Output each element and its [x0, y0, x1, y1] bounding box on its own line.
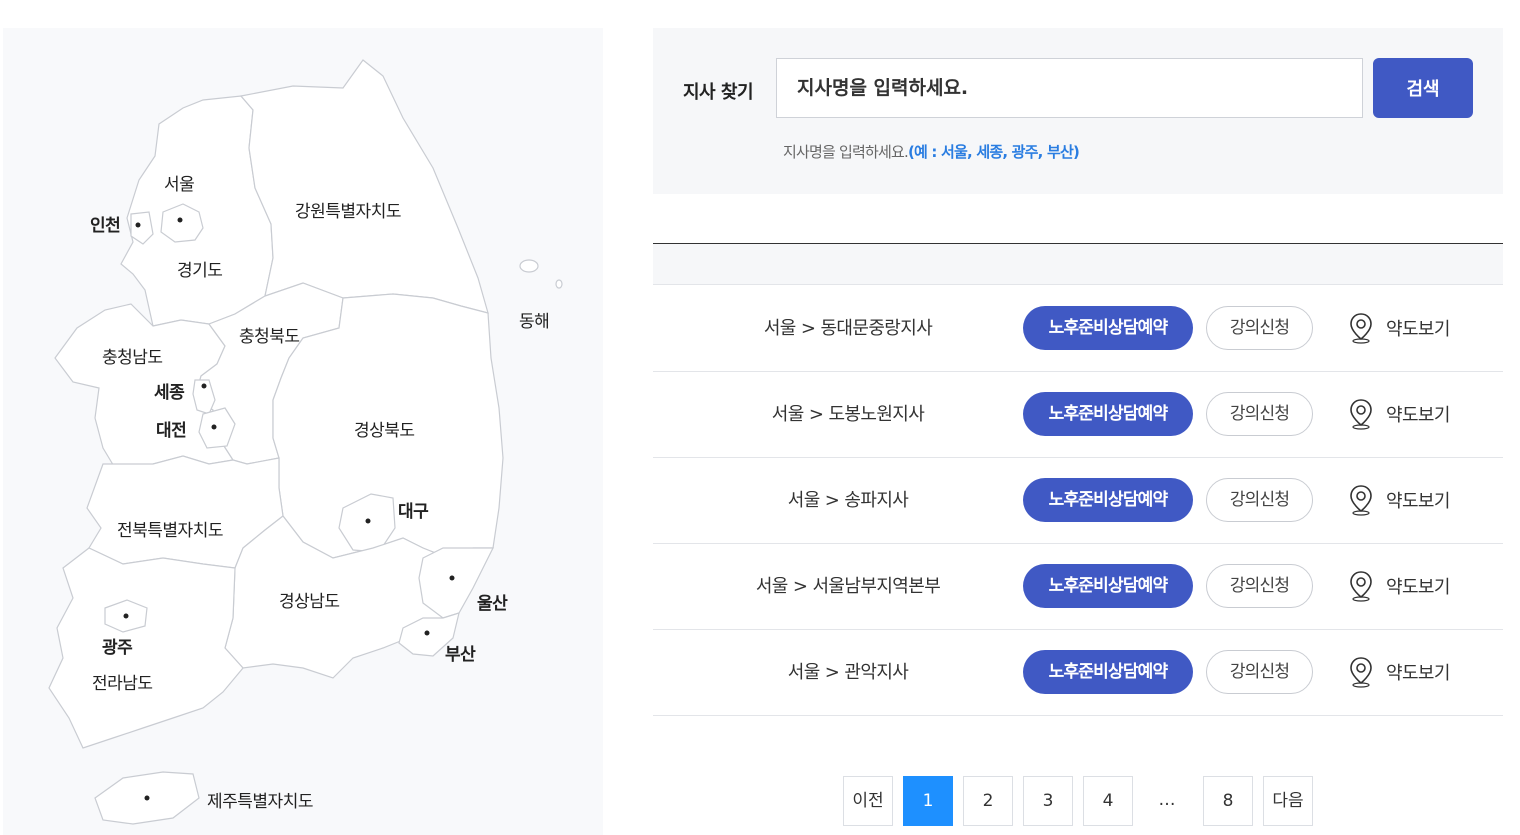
label-jeonnam[interactable]: 전라남도: [92, 669, 153, 694]
label-gyeongbuk[interactable]: 경상북도: [354, 416, 415, 441]
branch-name: 서울 > 송파지사: [787, 490, 909, 511]
search-button[interactable]: 검색: [1373, 58, 1473, 118]
table-header: [653, 244, 1503, 285]
search-hint-text: 지사명을 입력하세요.: [783, 143, 909, 161]
search-label: 지사 찾기: [683, 82, 754, 103]
table-row: 서울 > 도봉노원지사 노후준비상담예약 강의신청 약도보기: [653, 372, 1503, 458]
view-map-link[interactable]: 약도보기: [1348, 564, 1450, 608]
label-daejeon[interactable]: 대전: [156, 416, 187, 441]
region-gangwon[interactable]: [239, 59, 489, 314]
lecture-apply-button[interactable]: 강의신청: [1206, 306, 1313, 350]
lecture-apply-button[interactable]: 강의신청: [1206, 564, 1313, 608]
label-busan[interactable]: 부산: [445, 640, 476, 665]
page-button-last[interactable]: 8: [1203, 776, 1253, 826]
region-jeonnam[interactable]: [48, 547, 244, 749]
lecture-apply-button[interactable]: 강의신청: [1206, 478, 1313, 522]
map-pin-icon: [1350, 485, 1372, 516]
branch-result-list: 서울 > 동대문중랑지사 노후준비상담예약 강의신청 약도보기 서울 > 도봉노…: [653, 286, 1503, 716]
gwangju-dot: [123, 613, 129, 619]
incheon-dot: [135, 222, 141, 228]
view-map-label: 약도보기: [1386, 405, 1450, 426]
label-gwangju[interactable]: 광주: [102, 633, 133, 658]
view-map-link[interactable]: 약도보기: [1348, 392, 1450, 436]
table-row: 서울 > 동대문중랑지사 노후준비상담예약 강의신청 약도보기: [653, 286, 1503, 372]
seoul-dot: [177, 217, 183, 223]
region-dokdo: [555, 279, 563, 289]
jeju-dot: [144, 795, 150, 801]
consult-reservation-button[interactable]: 노후준비상담예약: [1023, 478, 1193, 522]
daejeon-dot: [211, 424, 217, 430]
view-map-label: 약도보기: [1386, 577, 1450, 598]
branch-name: 서울 > 서울남부지역본부: [755, 576, 941, 597]
map-pin-icon: [1350, 571, 1372, 602]
label-daegu[interactable]: 대구: [398, 497, 429, 522]
busan-dot: [424, 630, 430, 636]
view-map-link[interactable]: 약도보기: [1348, 306, 1450, 350]
label-seoul[interactable]: 서울: [164, 170, 195, 195]
branch-name: 서울 > 도봉노원지사: [771, 404, 925, 425]
ulsan-dot: [449, 575, 455, 581]
consult-reservation-button[interactable]: 노후준비상담예약: [1023, 306, 1193, 350]
lecture-apply-button[interactable]: 강의신청: [1206, 650, 1313, 694]
view-map-label: 약도보기: [1386, 663, 1450, 684]
consult-reservation-button[interactable]: 노후준비상담예약: [1023, 392, 1193, 436]
label-incheon[interactable]: 인천: [90, 211, 121, 236]
map-pin-icon: [1350, 657, 1372, 688]
map-pin-icon: [1350, 399, 1372, 430]
branch-name: 서울 > 관악지사: [787, 662, 909, 683]
next-page-button[interactable]: 다음: [1263, 776, 1313, 826]
pagination-ellipsis: …: [1158, 790, 1178, 810]
label-jeju[interactable]: 제주특별자치도: [207, 787, 313, 812]
prev-page-button[interactable]: 이전: [843, 776, 893, 826]
pagination: 이전 1 2 3 4 … 8 다음: [843, 776, 1323, 826]
branch-search-panel: 지사 찾기 검색 지사명을 입력하세요.(예 : 서울, 세종, 광주, 부산): [653, 28, 1503, 194]
korea-map-graphic: [48, 59, 563, 825]
search-input[interactable]: [776, 58, 1363, 118]
table-row: 서울 > 관악지사 노후준비상담예약 강의신청 약도보기: [653, 630, 1503, 716]
sejong-dot: [201, 383, 207, 389]
search-hint: 지사명을 입력하세요.(예 : 서울, 세종, 광주, 부산): [783, 141, 1080, 162]
view-map-link[interactable]: 약도보기: [1348, 650, 1450, 694]
label-chungbuk[interactable]: 충청북도: [239, 322, 300, 347]
view-map-label: 약도보기: [1386, 491, 1450, 512]
view-map-label: 약도보기: [1386, 319, 1450, 340]
search-hint-example: (예 : 서울, 세종, 광주, 부산): [907, 143, 1080, 161]
consult-reservation-button[interactable]: 노후준비상담예약: [1023, 650, 1193, 694]
lecture-apply-button[interactable]: 강의신청: [1206, 392, 1313, 436]
label-chungnam[interactable]: 충청남도: [102, 343, 163, 368]
page-button-3[interactable]: 3: [1023, 776, 1073, 826]
branch-name: 서울 > 동대문중랑지사: [763, 318, 933, 339]
page-button-1[interactable]: 1: [903, 776, 953, 826]
label-gyeonggi[interactable]: 경기도: [177, 256, 223, 281]
label-gyeongnam[interactable]: 경상남도: [279, 587, 340, 612]
map-pin-icon: [1350, 313, 1372, 344]
daegu-dot: [365, 518, 371, 524]
label-sejong[interactable]: 세종: [154, 378, 185, 403]
korea-map: 서울 인천 강원특별자치도 경기도 동해 충청북도 충청남도 세종 대전 경상북…: [3, 28, 603, 835]
label-jeonbuk[interactable]: 전북특별자치도: [117, 516, 223, 541]
page-button-4[interactable]: 4: [1083, 776, 1133, 826]
label-east-sea: 동해: [519, 312, 550, 332]
label-ulsan[interactable]: 울산: [477, 589, 508, 614]
view-map-link[interactable]: 약도보기: [1348, 478, 1450, 522]
consult-reservation-button[interactable]: 노후준비상담예약: [1023, 564, 1193, 608]
label-gangwon[interactable]: 강원특별자치도: [295, 197, 401, 222]
table-row: 서울 > 서울남부지역본부 노후준비상담예약 강의신청 약도보기: [653, 544, 1503, 630]
region-ulleungdo: [519, 259, 539, 273]
table-row: 서울 > 송파지사 노후준비상담예약 강의신청 약도보기: [653, 458, 1503, 544]
page-button-2[interactable]: 2: [963, 776, 1013, 826]
